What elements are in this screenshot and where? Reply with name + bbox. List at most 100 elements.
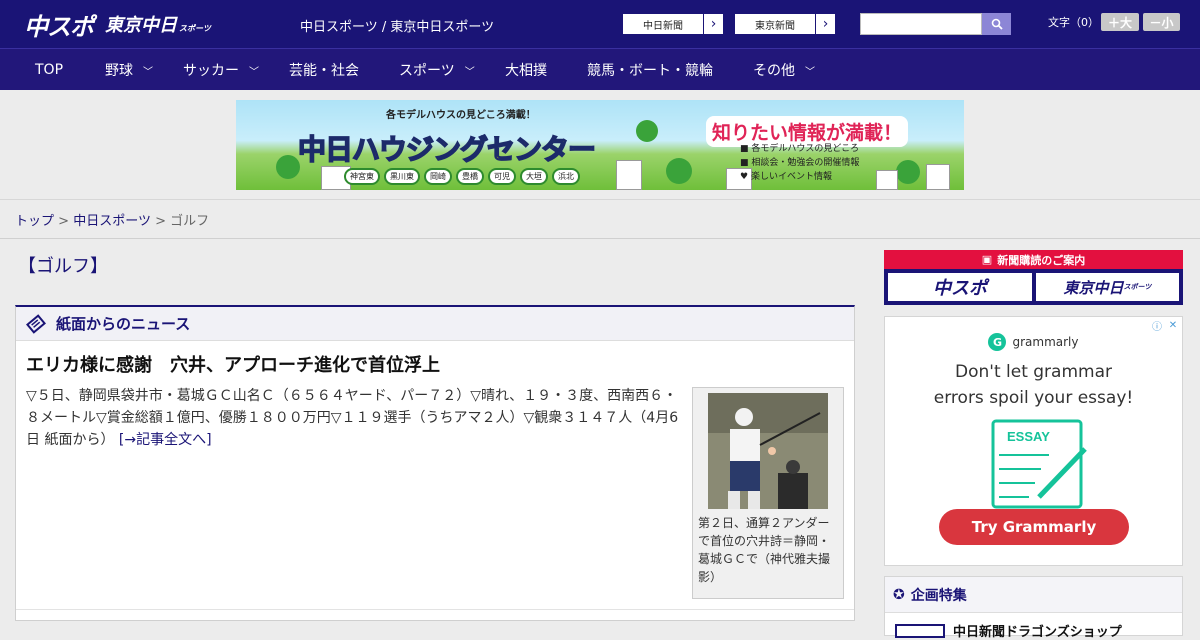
subscribe-header-label: 新聞購読のご案内 (997, 253, 1086, 267)
nav-item-other[interactable]: その他 ﹀ (753, 49, 815, 91)
subscribe-header: ▣ 新聞購読のご案内 (884, 250, 1183, 269)
try-grammarly-button[interactable]: Try Grammarly (939, 509, 1129, 545)
banner-bullet: ♥ 楽しいイベント情報 (740, 172, 832, 182)
tree-graphic (666, 158, 692, 184)
chevron-down-icon: ﹀ (805, 66, 815, 78)
grammarly-g-icon: G (988, 333, 1007, 351)
grammarly-text-line: errors spoil your essay! (933, 388, 1134, 408)
banner-bullet: ■ 各モデルハウスの見どころ (740, 144, 860, 154)
site-logo[interactable]: 中スポ 東京中日 スポーツ (24, 8, 211, 41)
subscribe-tokyo-chunichi-label: 東京中日 (1063, 278, 1124, 297)
nav-label: 芸能・社会 (289, 63, 359, 79)
breadcrumb: トップ > 中日スポーツ > ゴルフ (15, 210, 209, 229)
chevron-right-icon: › (815, 14, 835, 34)
page-title: 【ゴルフ】 (18, 256, 108, 277)
close-icon[interactable]: ✕ (1166, 318, 1180, 332)
housing-center-banner[interactable]: 各モデルハウスの見どころ満載！ 中日ハウジングセンター 知りたい情報が満載！ ■… (236, 100, 964, 190)
house-graphic (876, 170, 898, 190)
golfer-photo-graphic (708, 393, 828, 509)
nav-label: 野球 (105, 63, 133, 79)
chevron-down-icon: ﹀ (249, 66, 259, 78)
feature-item-dragons-shop[interactable]: 中日新聞ドラゴンズショップ (895, 621, 1122, 640)
tokyo-shimbun-link[interactable]: 東京新聞 › (734, 13, 836, 35)
feature-item-label: 中日新聞ドラゴンズショップ (953, 625, 1122, 640)
essay-document-icon: ESSAY (991, 419, 1087, 509)
feature-header: ✪ 企画特集 (885, 577, 1182, 613)
grammarly-logo: G grammarly (885, 333, 1182, 351)
banner-top-text: 各モデルハウスの見どころ満載！ (386, 110, 536, 121)
chevron-down-icon: ﹀ (143, 66, 153, 78)
article-summary: ▽５日、静岡県袋井市・葛城ＧＣ山名Ｃ（６５６４ヤード、パー７２）▽晴れ、１９・３… (26, 385, 686, 451)
nav-label: 大相撲 (505, 63, 547, 79)
town-badge: 岡崎 (424, 168, 452, 185)
ad-choices[interactable]: ⓘ ✕ (1150, 318, 1180, 333)
banner-bullets: ■ 各モデルハウスの見どころ ■ 相談会・勉強会の開催情報 ♥ 楽しいイベント情… (740, 142, 859, 184)
breadcrumb-current: ゴルフ (170, 214, 210, 229)
nav-item-sumo[interactable]: 大相撲 (505, 49, 547, 91)
logo-chuspo: 中スポ (24, 12, 94, 41)
banner-towns: 神宮東 黒川東 岡崎 豊橋 可児 大垣 浜北 (344, 168, 580, 185)
breadcrumb-section[interactable]: 中日スポーツ (73, 214, 151, 229)
nav-item-baseball[interactable]: 野球 ﹀ (105, 49, 153, 91)
house-graphic (616, 160, 642, 190)
subscribe-tokyo-chunichi-button[interactable]: 東京中日 スポーツ (1036, 273, 1179, 301)
logo-tokyo-chunichi: 東京中日 スポーツ (105, 15, 211, 36)
feature-box: ✪ 企画特集 中日新聞ドラゴンズショップ (884, 576, 1183, 640)
town-badge: 可児 (488, 168, 516, 185)
banner-title: 中日ハウジングセンター (297, 132, 597, 167)
nav-item-racing[interactable]: 競馬・ボート・競輪 (587, 49, 713, 91)
town-badge: 浜北 (552, 168, 580, 185)
tree-graphic (896, 160, 920, 184)
nav-item-entertainment[interactable]: 芸能・社会 (289, 49, 359, 91)
news-box-title: 紙面からのニュース (56, 315, 191, 333)
chunichi-shimbun-label: 中日新聞 (643, 20, 683, 32)
info-icon[interactable]: ⓘ (1150, 318, 1164, 333)
chunichi-shimbun-link[interactable]: 中日新聞 › (622, 13, 724, 35)
font-larger-button[interactable]: ＋大 (1101, 13, 1139, 31)
tree-graphic (636, 120, 658, 142)
grammarly-ad-text: Don't let grammar errors spoil your essa… (885, 359, 1182, 411)
feature-title: 企画特集 (910, 587, 967, 604)
nav-item-soccer[interactable]: サッカー ﹀ (183, 49, 259, 91)
town-badge: 神宮東 (344, 168, 380, 185)
feature-thumb (895, 623, 945, 638)
subscribe-small-label: スポーツ (1123, 283, 1152, 291)
font-smaller-button[interactable]: －小 (1143, 13, 1180, 31)
town-badge: 豊橋 (456, 168, 484, 185)
grammarly-ad[interactable]: ⓘ ✕ G grammarly Don't let grammar errors… (884, 316, 1183, 566)
nav-item-top[interactable]: TOP (35, 49, 63, 91)
nav-label: TOP (35, 62, 64, 78)
golfer-photo[interactable] (708, 393, 828, 509)
nav-label: その他 (753, 63, 795, 79)
town-badge: 大垣 (520, 168, 548, 185)
chevron-down-icon: ﹀ (464, 66, 475, 78)
ribbon-icon: ✪ (893, 586, 905, 603)
newspaper-icon (26, 313, 46, 334)
nav-label: サッカー (183, 63, 239, 79)
nav-label: スポーツ (399, 63, 455, 79)
article-title-link[interactable]: エリカ様に感謝 穴井、アプローチ進化で首位浮上 (26, 351, 440, 377)
read-more-link[interactable]: [→記事全文へ] (119, 432, 212, 448)
main-nav: TOP 野球 ﹀ サッカー ﹀ 芸能・社会 スポーツ ﹀ 大相撲 競馬・ボート・競輪 … (0, 48, 1200, 90)
divider (0, 238, 1200, 239)
search-button[interactable] (982, 13, 1011, 35)
banner-bullet: ■ 相談会・勉強会の開催情報 (740, 158, 860, 168)
subscribe-box: ▣ 新聞購読のご案内 中スポ 東京中日 スポーツ (884, 250, 1183, 305)
subscribe-chuspo-button[interactable]: 中スポ (888, 273, 1032, 301)
breadcrumb-separator: > (155, 214, 166, 229)
article-photo-box: 第２日、通算２アンダーで首位の穴井詩＝静岡・葛城ＧＣで（神代雅夫撮影） (692, 387, 844, 599)
divider (16, 609, 854, 610)
tokyo-shimbun-label: 東京新聞 (755, 20, 795, 32)
news-box-header: 紙面からのニュース (16, 307, 854, 341)
essay-label: ESSAY (1007, 429, 1050, 444)
search-input[interactable] (860, 13, 982, 35)
top-bar: 中スポ 東京中日 スポーツ 中日スポーツ / 東京中日スポーツ 中日新聞 › 東京… (0, 0, 1200, 48)
font-size-label: 文字（0） (1048, 16, 1099, 29)
grammarly-text-line: Don't let grammar (955, 362, 1112, 382)
breadcrumb-home[interactable]: トップ (15, 214, 54, 229)
nav-item-sports[interactable]: スポーツ ﹀ (399, 49, 475, 91)
nav-label: 競馬・ボート・競輪 (587, 63, 713, 79)
news-box: 紙面からのニュース エリカ様に感謝 穴井、アプローチ進化で首位浮上 ▽５日、静岡… (15, 305, 855, 621)
photo-caption: 第２日、通算２アンダーで首位の穴井詩＝静岡・葛城ＧＣで（神代雅夫撮影） (698, 516, 831, 584)
site-titles: 中日スポーツ / 東京中日スポーツ (300, 20, 495, 35)
